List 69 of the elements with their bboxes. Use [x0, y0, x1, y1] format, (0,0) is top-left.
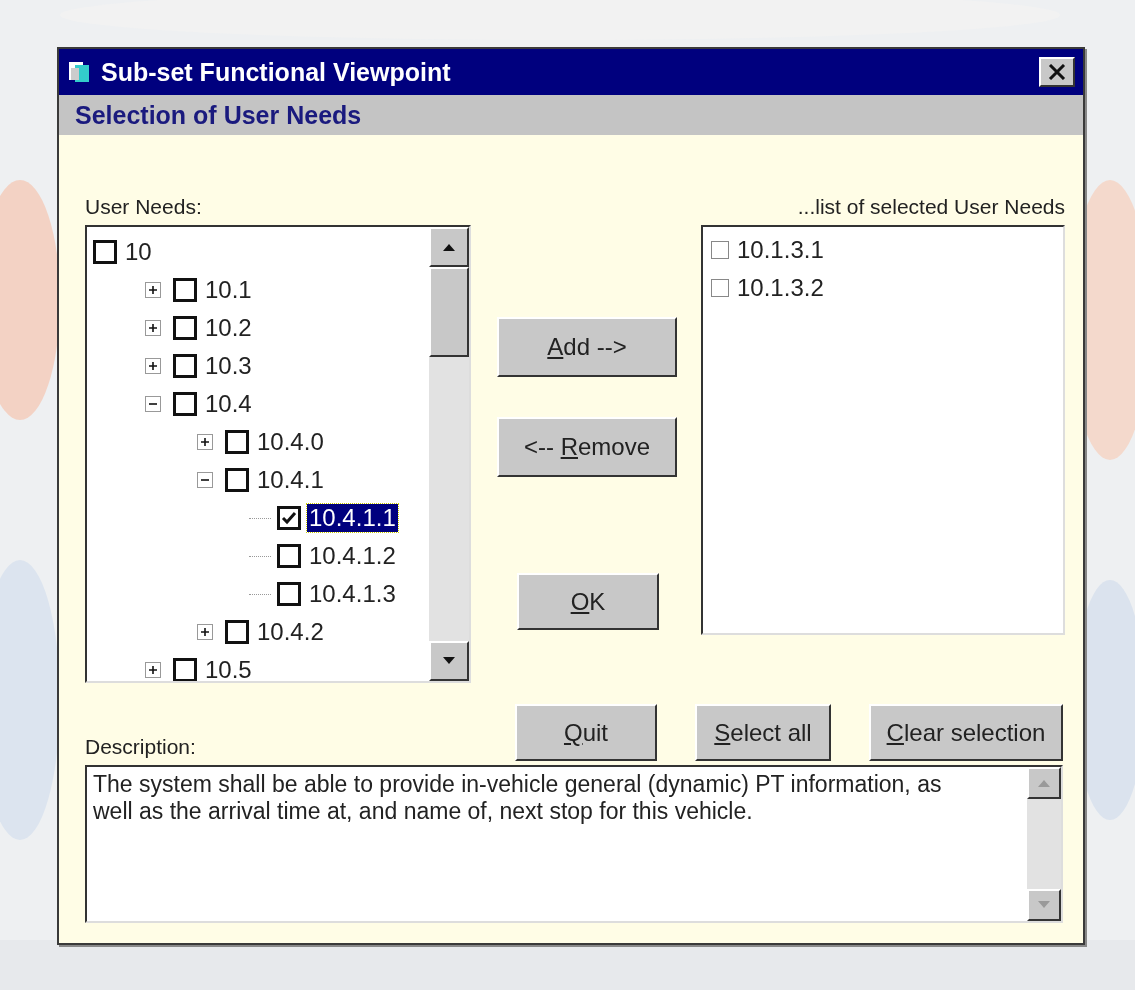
scroll-up-button[interactable]: [1027, 767, 1061, 799]
up-arrow-icon: [442, 243, 456, 251]
checkbox[interactable]: [711, 279, 729, 297]
expand-toggle[interactable]: [197, 472, 213, 488]
description-label: Description:: [85, 735, 196, 759]
description-box[interactable]: The system shall be able to provide in-vehicle general (dynamic) PT information, as well as the arrival time at, and name of, next stop for this vehicle.: [85, 765, 1063, 923]
tree-item[interactable]: 10.5: [203, 656, 254, 681]
checkbox[interactable]: [173, 658, 197, 681]
up-arrow-icon: [1037, 779, 1051, 787]
quit-button[interactable]: Quit: [515, 704, 657, 761]
checkbox[interactable]: [173, 278, 197, 302]
plus-icon: [200, 437, 210, 447]
list-item[interactable]: 10.1.3.1: [735, 236, 826, 264]
checkbox[interactable]: [173, 354, 197, 378]
checkbox[interactable]: [93, 240, 117, 264]
expand-toggle[interactable]: [197, 434, 213, 450]
check-icon: [281, 511, 297, 525]
checkbox[interactable]: [277, 582, 301, 606]
tree-item[interactable]: 10: [123, 238, 154, 266]
description-text: The system shall be able to provide in-vehicle general (dynamic) PT information, as well as the arrival time at, and name of, next stop for this vehicle.: [92, 770, 943, 826]
section-title: Selection of User Needs: [75, 100, 362, 130]
ok-button[interactable]: OK: [517, 573, 659, 630]
tree-item[interactable]: 10.4.1: [255, 466, 326, 494]
tree-item[interactable]: 10.1: [203, 276, 254, 304]
clear-selection-button[interactable]: Clear selection: [869, 704, 1063, 761]
plus-icon: [148, 361, 158, 371]
tree-item[interactable]: 10.4.1.2: [307, 542, 398, 570]
scroll-up-button[interactable]: [429, 227, 469, 267]
scrollbar[interactable]: [1027, 767, 1061, 921]
expand-toggle[interactable]: [145, 320, 161, 336]
checkbox[interactable]: [173, 392, 197, 416]
tree-item[interactable]: 10.4.1.1: [307, 504, 398, 532]
tree-item[interactable]: 10.4.0: [255, 428, 326, 456]
checkbox[interactable]: [277, 544, 301, 568]
list-label: ...list of selected User Needs: [797, 195, 1065, 219]
checkbox[interactable]: [225, 468, 249, 492]
close-icon: [1048, 64, 1066, 80]
remove-button[interactable]: <-- Remove: [497, 417, 677, 477]
expand-toggle[interactable]: [145, 358, 161, 374]
plus-icon: [148, 665, 158, 675]
tree-item[interactable]: 10.2: [203, 314, 254, 342]
scroll-down-button[interactable]: [1027, 889, 1061, 921]
scrollbar[interactable]: [429, 227, 469, 681]
checkbox[interactable]: [225, 430, 249, 454]
expand-toggle[interactable]: [145, 282, 161, 298]
tree-item[interactable]: 10.4.1.3: [307, 580, 398, 608]
scroll-down-button[interactable]: [429, 641, 469, 681]
down-arrow-icon: [1037, 901, 1051, 909]
checkbox[interactable]: [225, 620, 249, 644]
tree-item[interactable]: 10.4: [203, 390, 254, 418]
window-title: Sub-set Functional Viewpoint: [101, 57, 452, 87]
list-item[interactable]: 10.1.3.2: [735, 274, 826, 302]
tree-item[interactable]: 10.3: [203, 352, 254, 380]
expand-toggle[interactable]: [145, 662, 161, 678]
tree-label: User Needs:: [85, 195, 203, 219]
select-all-button[interactable]: Select all: [695, 704, 831, 761]
expand-toggle[interactable]: [145, 396, 161, 412]
plus-icon: [148, 285, 158, 295]
plus-icon: [148, 323, 158, 333]
close-button[interactable]: [1039, 57, 1075, 87]
down-arrow-icon: [442, 657, 456, 665]
expand-toggle[interactable]: [197, 624, 213, 640]
checkbox[interactable]: [277, 506, 301, 530]
scrollbar-thumb[interactable]: [429, 267, 469, 357]
checkbox[interactable]: [711, 241, 729, 259]
checkbox[interactable]: [173, 316, 197, 340]
tree-item[interactable]: 10.4.2: [255, 618, 326, 646]
plus-icon: [200, 627, 210, 637]
add-button[interactable]: Add -->: [497, 317, 677, 377]
